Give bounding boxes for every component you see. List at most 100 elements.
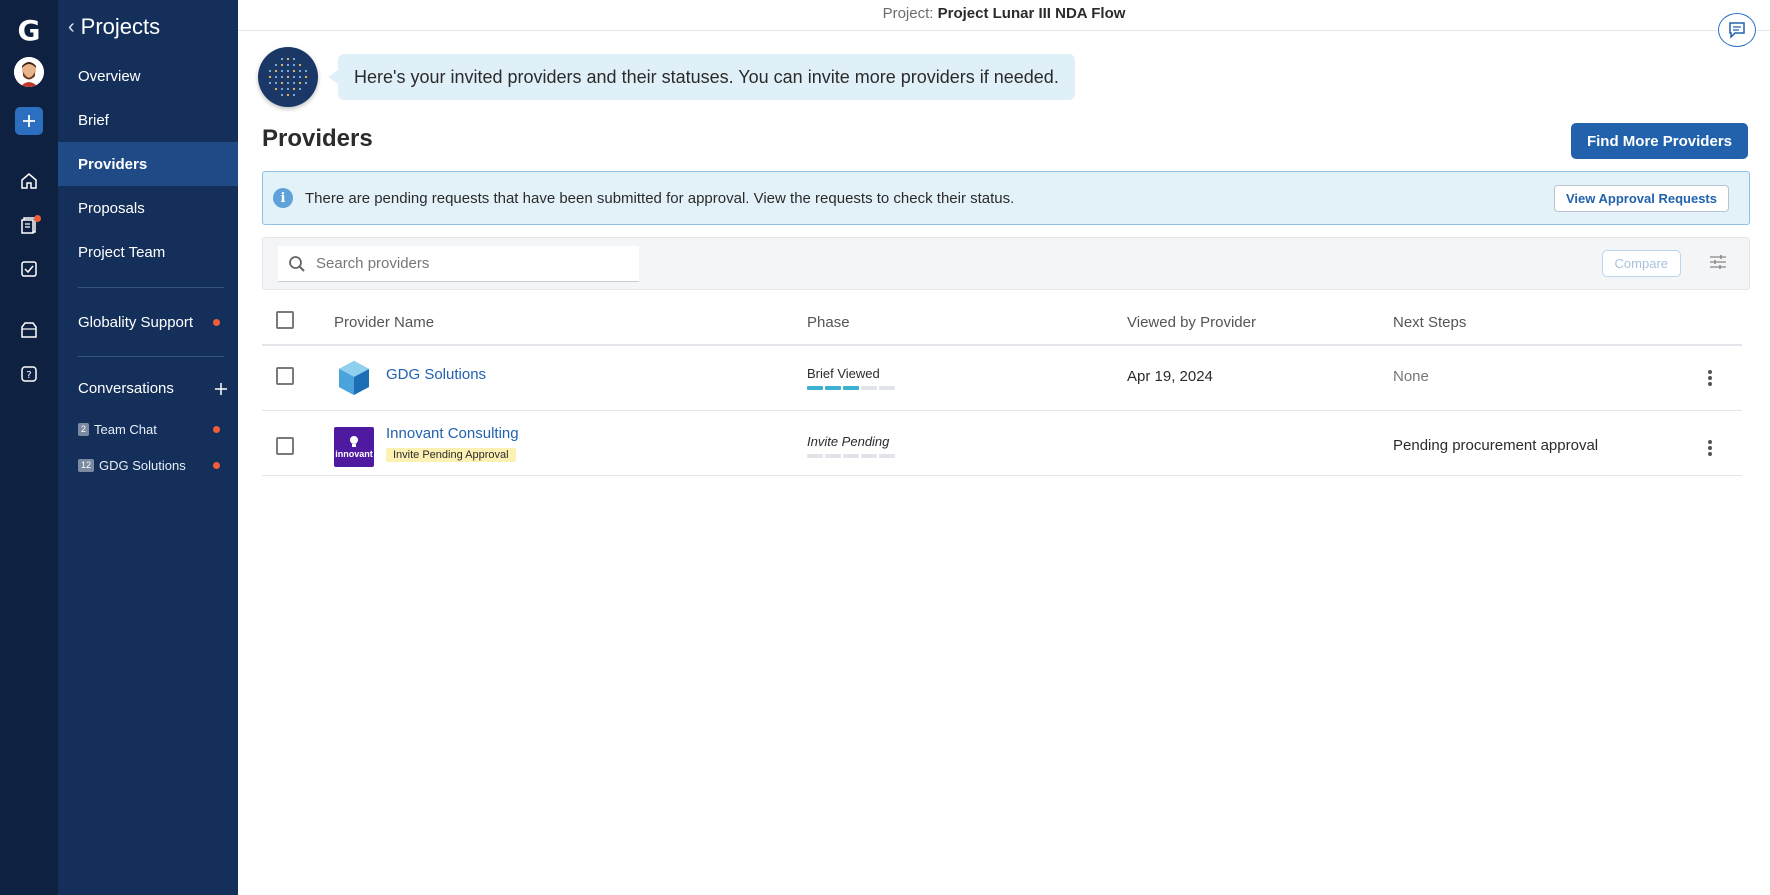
help-button[interactable]: ? — [0, 354, 58, 394]
conversation-label: Team Chat — [94, 422, 157, 437]
phase-segment — [879, 454, 895, 458]
project-label: Project: — [882, 5, 934, 22]
provider-name-link[interactable]: Innovant Consulting — [386, 425, 519, 442]
unread-dot — [213, 426, 220, 433]
table-row: GDG Solutions Brief Viewed Apr 19, 2024 … — [262, 346, 1742, 411]
header-next-steps[interactable]: Next Steps — [1393, 314, 1466, 331]
nav-item-project-team[interactable]: Project Team — [58, 230, 238, 274]
compare-button[interactable]: Compare — [1601, 250, 1681, 277]
approval-alert: i There are pending requests that have b… — [262, 171, 1750, 225]
home-button[interactable] — [0, 161, 58, 201]
conversation-label: GDG Solutions — [99, 458, 186, 473]
header-viewed-by-provider[interactable]: Viewed by Provider — [1127, 314, 1256, 331]
gdg-solutions-logo — [339, 361, 369, 395]
header-phase[interactable]: Phase — [807, 314, 850, 331]
phase-segment — [879, 386, 895, 390]
provider-toolbar: Compare — [262, 237, 1750, 290]
globality-logo[interactable]: G — [0, 10, 58, 50]
page-title: Providers — [262, 125, 373, 152]
row-actions-menu[interactable] — [1702, 368, 1718, 388]
unread-dot — [213, 319, 220, 326]
alert-text: There are pending requests that have bee… — [305, 189, 1015, 207]
next-steps: None — [1393, 368, 1429, 385]
nav-item-providers[interactable]: Providers — [58, 142, 238, 186]
nav-title: Projects — [80, 14, 161, 39]
phase-segment — [807, 454, 823, 458]
tasks-button[interactable] — [0, 249, 58, 289]
chat-button[interactable] — [1718, 13, 1756, 47]
nav-item-overview[interactable]: Overview — [58, 54, 238, 98]
conversations-header: Conversations — [78, 380, 228, 397]
phase-label: Brief Viewed — [807, 366, 880, 381]
logo-text: innovant — [335, 449, 373, 459]
conversation-item-gdg-solutions[interactable]: 12 GDG Solutions — [78, 458, 186, 473]
back-to-projects[interactable]: ‹ Projects — [68, 14, 160, 40]
chevron-left-icon: ‹ — [68, 15, 75, 38]
create-button[interactable] — [0, 101, 58, 141]
chat-icon — [1729, 22, 1745, 39]
nav-item-proposals[interactable]: Proposals — [58, 186, 238, 230]
inbox-icon — [21, 322, 37, 338]
table-header: Provider Name Phase Viewed by Provider N… — [262, 300, 1742, 346]
provider-name-link[interactable]: GDG Solutions — [386, 366, 486, 383]
plus-icon — [15, 107, 43, 135]
lightbulb-icon — [350, 436, 358, 447]
project-header: Project: Project Lunar III NDA Flow — [238, 0, 1770, 31]
filter-settings-icon[interactable] — [1709, 254, 1727, 270]
phase-segment — [843, 454, 859, 458]
view-approval-requests-button[interactable]: View Approval Requests — [1554, 185, 1729, 212]
phase-segment — [843, 386, 859, 390]
phase-progress — [807, 454, 895, 458]
phase-segment — [861, 386, 877, 390]
phase-segment — [825, 454, 841, 458]
assistant-dots-icon — [268, 57, 308, 97]
table-row: innovant Innovant Consulting Invite Pend… — [262, 411, 1742, 476]
search-input[interactable] — [316, 255, 616, 272]
row-checkbox[interactable] — [276, 367, 294, 385]
providers-table: Provider Name Phase Viewed by Provider N… — [262, 300, 1742, 476]
nav-item-globality-support[interactable]: Globality Support — [58, 300, 238, 344]
inbox-button[interactable] — [0, 310, 58, 350]
nav-divider — [78, 287, 224, 288]
tasks-icon — [21, 261, 37, 277]
main-content: Project: Project Lunar III NDA Flow Here… — [238, 0, 1770, 895]
next-steps: Pending procurement approval — [1393, 437, 1599, 454]
notification-dot — [34, 215, 41, 222]
nav-divider — [78, 356, 224, 357]
status-badge: Invite Pending Approval — [386, 448, 516, 462]
phase-segment — [825, 386, 841, 390]
project-name: Project Lunar III NDA Flow — [937, 5, 1126, 22]
conversations-label: Conversations — [78, 380, 174, 397]
header-provider-name[interactable]: Provider Name — [334, 314, 434, 331]
avatar-icon — [14, 57, 44, 87]
search-icon — [289, 255, 305, 272]
app: G ? ‹ Projects Overview Brief Providers … — [0, 0, 1770, 895]
svg-text:?: ? — [26, 370, 31, 381]
home-icon — [21, 173, 37, 189]
phase-segment — [807, 386, 823, 390]
nav-item-brief[interactable]: Brief — [58, 98, 238, 142]
help-icon: ? — [21, 366, 37, 382]
add-conversation-icon[interactable] — [214, 382, 228, 396]
conversation-count: 12 — [78, 459, 95, 472]
search-field — [278, 246, 639, 282]
row-actions-menu[interactable] — [1702, 438, 1718, 458]
user-avatar[interactable] — [0, 52, 58, 92]
phase-progress — [807, 386, 895, 390]
conversation-item-team-chat[interactable]: 2 Team Chat — [78, 422, 157, 437]
project-nav: ‹ Projects Overview Brief Providers Prop… — [58, 0, 238, 895]
documents-button[interactable] — [0, 205, 58, 245]
innovant-consulting-logo: innovant — [334, 427, 374, 467]
unread-dot — [213, 462, 220, 469]
conversation-count: 2 — [78, 423, 90, 436]
viewed-date: Apr 19, 2024 — [1127, 368, 1213, 385]
phase-label: Invite Pending — [807, 434, 890, 449]
assistant-avatar — [258, 47, 318, 107]
assistant-message: Here's your invited providers and their … — [328, 54, 1075, 100]
icon-rail: G ? — [0, 0, 58, 895]
row-checkbox[interactable] — [276, 437, 294, 455]
info-icon: i — [273, 188, 293, 208]
phase-segment — [861, 454, 877, 458]
find-more-providers-button[interactable]: Find More Providers — [1570, 123, 1748, 159]
select-all-checkbox[interactable] — [276, 311, 294, 329]
